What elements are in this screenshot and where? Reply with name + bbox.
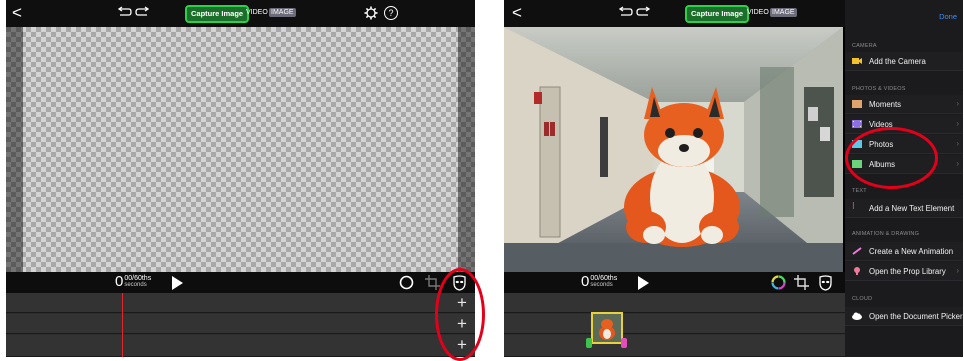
time-seconds-label: seconds [590,282,613,288]
menu-label: Create a New Animation [869,247,954,256]
menu-item-add-camera[interactable]: Add the Camera [845,52,963,71]
video-film-icon [852,120,862,128]
time-unit: 00/60ths [590,275,618,282]
section-photos-videos: PHOTOS & VIDEOS [852,86,906,92]
clip-start-handle[interactable] [586,338,592,348]
timeline-tracks: + + + [6,293,475,357]
mask-icon[interactable] [817,274,834,291]
highlight-ellipse-add-track [435,268,485,361]
back-button[interactable]: < [12,4,28,22]
menu-label: Moments [869,100,902,109]
onion-skin-icon[interactable] [398,274,415,291]
left-screen: < Capture Image VIDEO IMAGE ? 0 00/60ths… [6,0,475,357]
time-readout: 0 00/60ths seconds [115,273,151,291]
time-readout: 0 00/60ths seconds [581,273,617,291]
text-cursor-icon: I [852,201,855,212]
track-row[interactable]: + [6,335,475,357]
chevron-right-icon: › [956,139,959,148]
track-row[interactable]: + [6,314,475,334]
menu-item-prop-library[interactable]: Open the Prop Library › [845,262,963,281]
menu-label: Open the Prop Library [869,267,946,276]
chevron-right-icon: › [956,119,959,128]
control-bar: 0 00/60ths seconds [6,272,475,293]
play-button[interactable] [638,276,649,290]
canvas-margin-right [458,27,475,272]
track-row[interactable] [504,314,845,334]
transparent-canvas[interactable] [6,27,475,272]
mode-video-tab[interactable]: VIDEO [246,9,268,16]
redo-icon[interactable] [636,6,652,20]
crop-icon[interactable] [793,274,810,291]
hallway-photo [504,27,843,272]
section-text: TEXT [852,188,867,194]
menu-label: Add the Camera [869,57,926,66]
redo-icon[interactable] [135,6,151,20]
camera-preview-photo[interactable] [504,27,843,272]
section-animation: ANIMATION & DRAWING [852,231,920,237]
play-button[interactable] [172,276,183,290]
menu-item-add-text[interactable]: I Add a New Text Element [845,199,963,218]
gear-icon[interactable] [364,6,378,20]
time-unit: 00/60ths [124,275,152,282]
clip-end-handle[interactable] [621,338,627,348]
prop-icon [854,267,860,275]
help-button[interactable]: ? [384,6,398,20]
section-camera: CAMERA [852,43,877,49]
playhead[interactable] [122,293,123,357]
time-value: 0 [581,273,590,290]
timeline-tracks [504,293,845,357]
mode-image-tab[interactable]: IMAGE [770,8,797,17]
menu-label: Add a New Text Element [869,204,955,213]
chevron-right-icon: › [956,159,959,168]
section-cloud: CLOUD [852,296,873,302]
control-bar: 0 00/60ths seconds [504,272,845,293]
track-row[interactable] [504,335,845,357]
chevron-right-icon: › [956,99,959,108]
chevron-right-icon: › [956,266,959,275]
highlight-ellipse-photos-albums [845,127,938,189]
canvas-margin-left [6,27,23,272]
capture-image-button[interactable]: Capture Image [685,5,750,23]
camera-icon [852,58,862,64]
cloud-icon [852,312,862,320]
pencil-icon [852,247,862,255]
time-seconds-label: seconds [124,282,147,288]
menu-item-create-animation[interactable]: Create a New Animation [845,242,963,261]
undo-icon[interactable] [617,6,633,20]
color-wheel-icon[interactable] [770,274,787,291]
undo-icon[interactable] [116,6,132,20]
done-button[interactable]: Done [939,12,957,21]
folder-icon [852,100,862,108]
back-button[interactable]: < [512,4,528,22]
track-row[interactable] [504,293,845,313]
top-bar: < Capture Image VIDEO IMAGE ? [6,0,475,27]
mode-video-tab[interactable]: VIDEO [747,9,769,16]
track-row[interactable]: + [6,293,475,313]
menu-item-document-picker[interactable]: Open the Document Picker [845,307,963,326]
menu-item-moments[interactable]: Moments › [845,95,963,114]
capture-image-button[interactable]: Capture Image [185,5,250,23]
mode-image-tab[interactable]: IMAGE [269,8,296,17]
image-clip-thumbnail[interactable] [591,312,623,344]
menu-label: Open the Document Picker [869,312,963,321]
time-value: 0 [115,273,124,290]
